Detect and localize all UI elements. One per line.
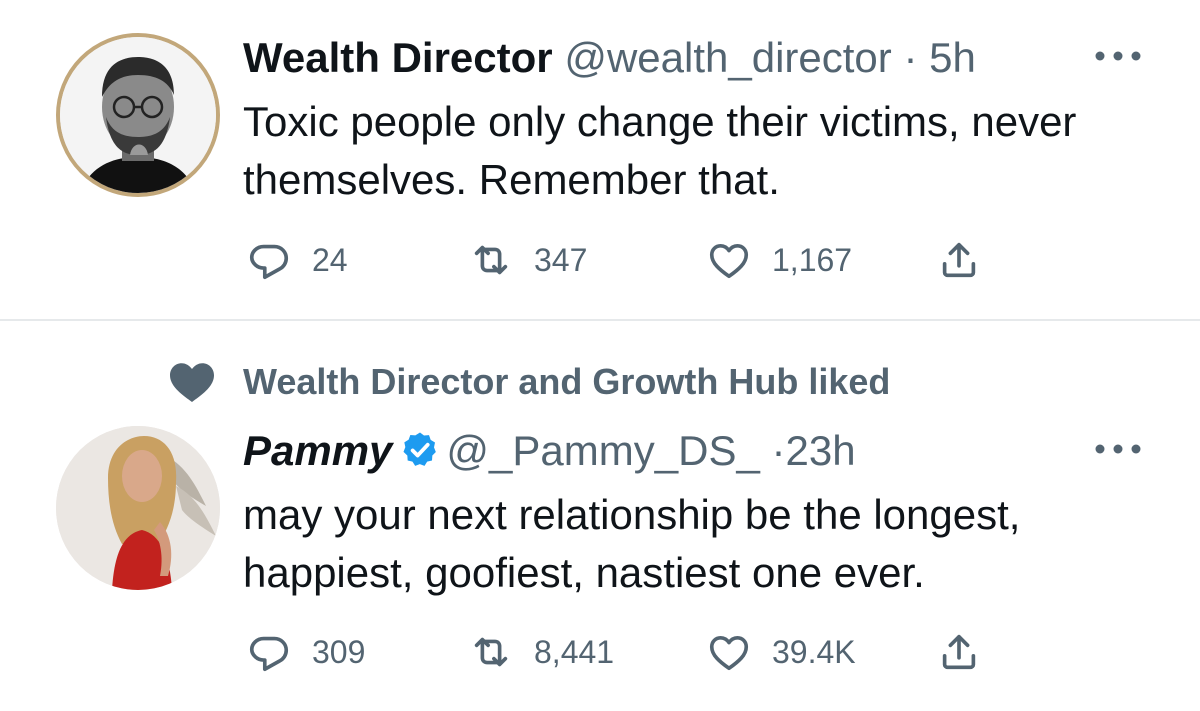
- tweet-text: may your next relationship be the longes…: [243, 491, 1021, 596]
- retweet-icon: [474, 245, 508, 275]
- separator-dot: ·: [903, 34, 918, 81]
- reply-button[interactable]: 24: [246, 236, 348, 284]
- reply-icon: [249, 244, 289, 280]
- tweet-header: Wealth Director @wealth_director · 5h: [243, 32, 976, 84]
- like-button[interactable]: 1,167: [706, 236, 852, 284]
- reply-icon: [249, 636, 289, 672]
- tweet-text: Toxic people only change their victims, …: [243, 98, 1077, 203]
- verified-badge-icon: [403, 432, 437, 466]
- user-handle[interactable]: @_Pammy_DS_: [446, 427, 759, 474]
- like-count: 39.4K: [772, 633, 856, 670]
- retweet-icon: [474, 637, 508, 667]
- reply-count: 24: [312, 241, 348, 278]
- display-name[interactable]: Pammy: [243, 427, 392, 474]
- heart-outline-icon: [709, 635, 749, 671]
- retweet-button[interactable]: 347: [468, 236, 587, 284]
- heart-outline-icon: [709, 243, 749, 279]
- user-handle[interactable]: @wealth_director: [564, 34, 891, 81]
- avatar[interactable]: [56, 426, 220, 590]
- like-button[interactable]: 39.4K: [706, 628, 856, 676]
- social-context-text: Wealth Director and Growth Hub liked: [243, 361, 891, 402]
- more-options-icon[interactable]: [1090, 46, 1146, 66]
- heart-filled-icon: [170, 363, 214, 402]
- tweet-header: Pammy @_Pammy_DS_ ·23h: [243, 425, 856, 477]
- retweet-count: 347: [534, 241, 588, 278]
- reply-button[interactable]: 309: [246, 628, 365, 676]
- avatar-photo-icon: [56, 426, 220, 590]
- timestamp[interactable]: 23h: [786, 427, 856, 474]
- share-button[interactable]: [936, 236, 982, 284]
- tweet[interactable]: Wealth Director @wealth_director · 5h To…: [0, 0, 1200, 320]
- tweet[interactable]: Wealth Director and Growth Hub liked Pam…: [0, 321, 1200, 711]
- display-name[interactable]: Wealth Director: [243, 34, 553, 81]
- avatar-portrait-icon: [60, 37, 216, 193]
- share-icon: [942, 634, 976, 670]
- retweet-button[interactable]: 8,441: [468, 628, 614, 676]
- separator-dot: ·: [771, 427, 786, 474]
- social-context[interactable]: Wealth Director and Growth Hub liked: [168, 356, 890, 408]
- reply-count: 309: [312, 633, 366, 670]
- timestamp[interactable]: 5h: [929, 34, 976, 81]
- share-button[interactable]: [936, 628, 982, 676]
- like-count: 1,167: [772, 241, 853, 278]
- share-icon: [942, 242, 976, 278]
- more-options-icon[interactable]: [1090, 439, 1146, 459]
- retweet-count: 8,441: [534, 633, 615, 670]
- avatar[interactable]: [56, 33, 220, 197]
